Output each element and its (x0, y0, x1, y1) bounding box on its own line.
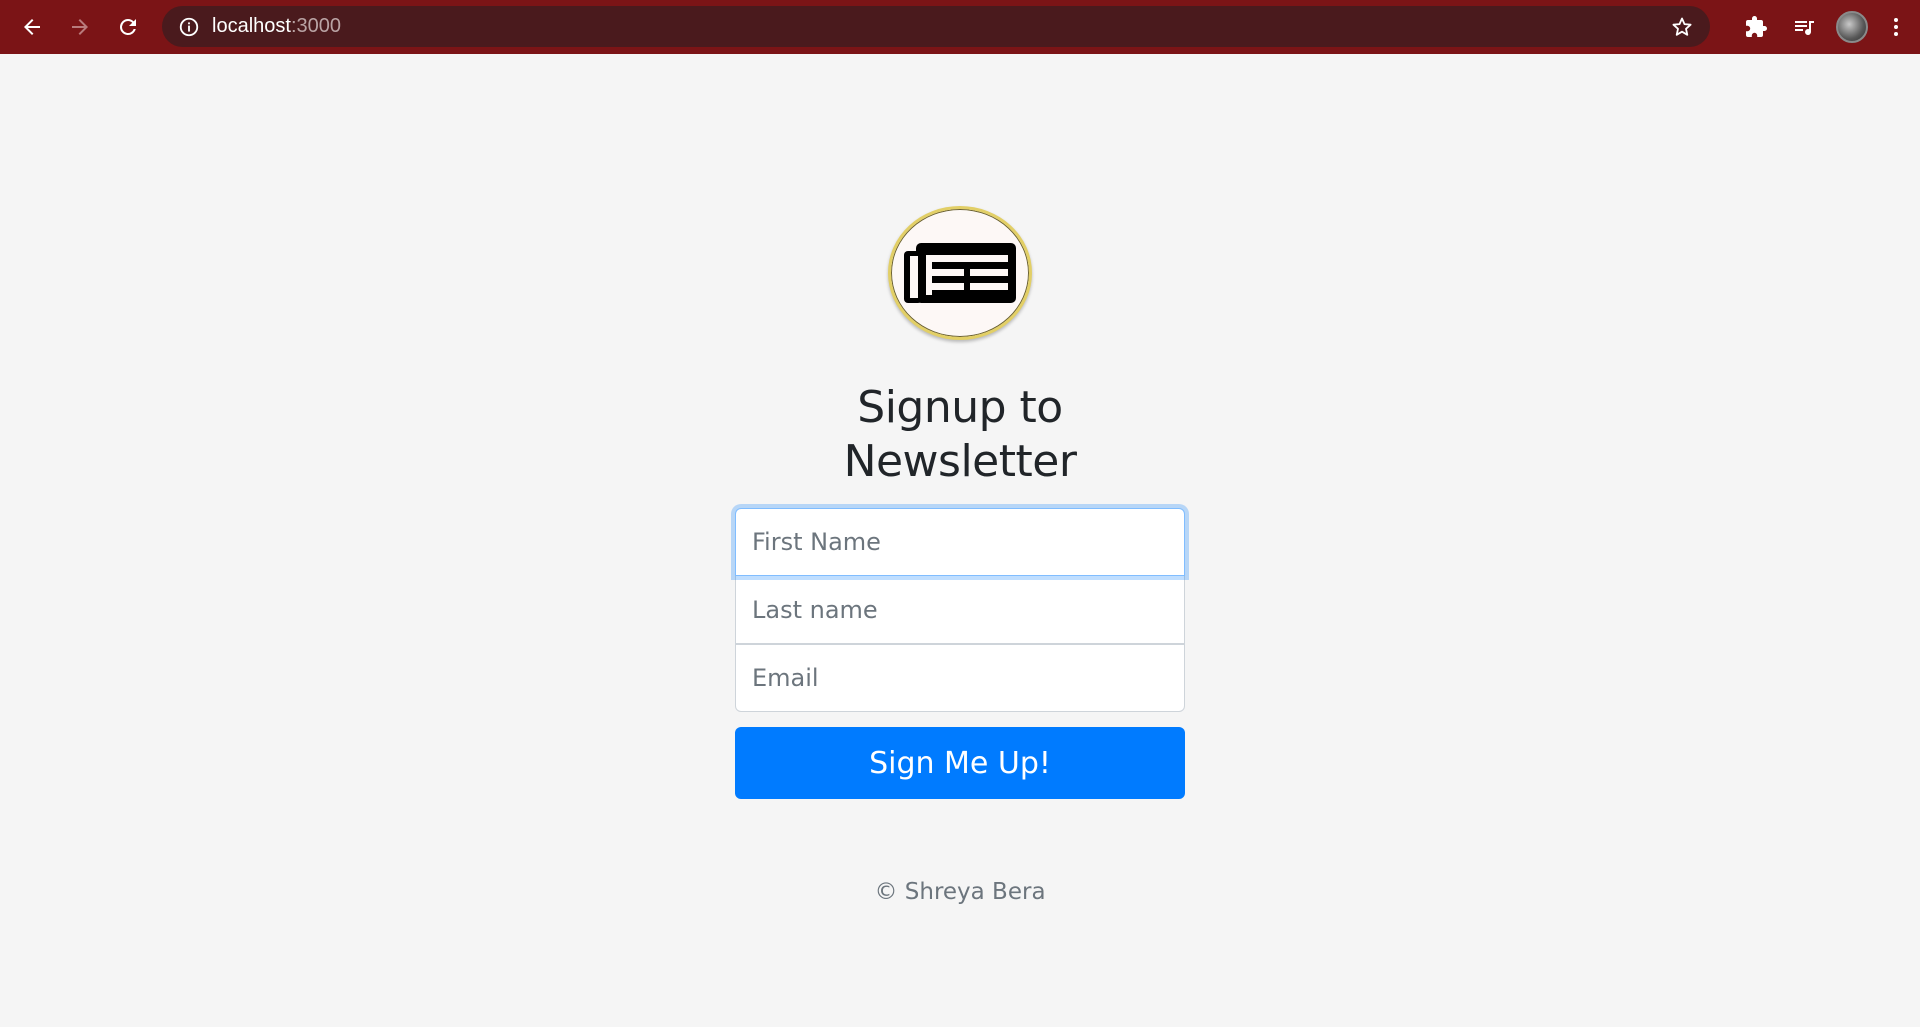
puzzle-icon (1746, 16, 1767, 37)
menu-button[interactable] (1876, 3, 1916, 51)
site-info-icon[interactable] (178, 16, 200, 38)
page-title: Signup to Newsletter (843, 382, 1077, 487)
toolbar-actions (1732, 0, 1920, 54)
email-input[interactable] (735, 644, 1185, 712)
first-name-input[interactable] (735, 508, 1185, 576)
queue-music-icon (1795, 21, 1814, 36)
input-group (735, 508, 1185, 712)
extensions-button[interactable] (1732, 3, 1780, 51)
back-button[interactable] (12, 7, 52, 47)
page-body: Signup to Newsletter Sign Me Up! © Shrey… (0, 54, 1920, 1027)
address-bar[interactable]: localhost:3000 (162, 6, 1710, 47)
bookmark-star-icon[interactable] (1670, 15, 1694, 39)
copyright-footer: © Shreya Bera (874, 879, 1046, 905)
arrow-right-icon (72, 19, 88, 35)
last-name-input[interactable] (735, 576, 1185, 644)
browser-toolbar: localhost:3000 (0, 0, 1920, 54)
arrow-left-icon (24, 19, 40, 35)
url-text: localhost:3000 (212, 15, 341, 38)
forward-button[interactable] (60, 7, 100, 47)
reload-button[interactable] (108, 7, 148, 47)
more-vert-icon (1894, 18, 1898, 36)
reload-icon (120, 19, 136, 35)
profile-button[interactable] (1828, 3, 1876, 51)
url-port: :3000 (290, 15, 341, 37)
sign-me-up-button[interactable]: Sign Me Up! (735, 727, 1185, 799)
media-controls-button[interactable] (1780, 3, 1828, 51)
newspaper-icon (888, 206, 1032, 340)
signup-form: Signup to Newsletter Sign Me Up! © Shrey… (735, 204, 1185, 905)
url-host: localhost (212, 15, 291, 37)
avatar (1836, 11, 1868, 43)
